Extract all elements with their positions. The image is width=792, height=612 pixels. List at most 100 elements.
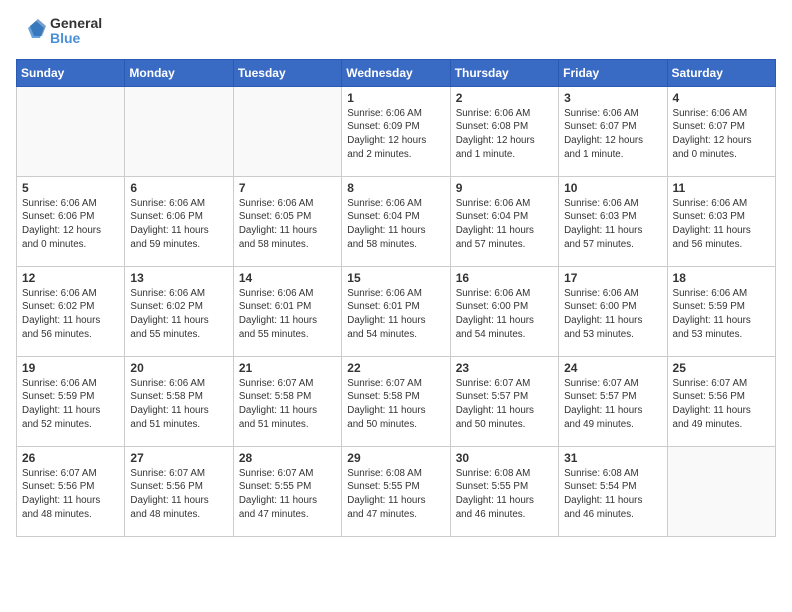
day-number: 22 — [347, 361, 444, 375]
day-info: Sunrise: 6:06 AM Sunset: 6:04 PM Dayligh… — [456, 197, 553, 252]
day-info: Sunrise: 6:06 AM Sunset: 6:02 PM Dayligh… — [22, 287, 119, 342]
calendar-cell: 31 Sunrise: 6:08 AM Sunset: 5:54 PM Dayli… — [559, 446, 667, 536]
day-info: Sunrise: 6:07 AM Sunset: 5:56 PM Dayligh… — [22, 467, 119, 522]
day-number: 13 — [130, 271, 227, 285]
day-number: 26 — [22, 451, 119, 465]
day-info: Sunrise: 6:06 AM Sunset: 5:59 PM Dayligh… — [673, 287, 770, 342]
calendar-cell: 20 Sunrise: 6:06 AM Sunset: 5:58 PM Dayli… — [125, 356, 233, 446]
calendar-cell: 18Sunrise: 6:06 AM Sunset: 5:59 PM Dayli… — [667, 266, 775, 356]
calendar-cell: 25 Sunrise: 6:07 AM Sunset: 5:56 PM Dayli… — [667, 356, 775, 446]
day-number: 24 — [564, 361, 661, 375]
calendar-cell — [125, 86, 233, 176]
logo-svg — [16, 16, 46, 46]
day-number: 9 — [456, 181, 553, 195]
day-info: Sunrise: 6:06 AM Sunset: 6:04 PM Dayligh… — [347, 197, 444, 252]
calendar-cell: 3 Sunrise: 6:06 AM Sunset: 6:07 PM Daylig… — [559, 86, 667, 176]
day-info: Sunrise: 6:08 AM Sunset: 5:54 PM Dayligh… — [564, 467, 661, 522]
day-number: 19 — [22, 361, 119, 375]
day-info: Sunrise: 6:06 AM Sunset: 6:08 PM Dayligh… — [456, 107, 553, 162]
weekday-header-monday: Monday — [125, 59, 233, 86]
day-number: 30 — [456, 451, 553, 465]
day-info: Sunrise: 6:06 AM Sunset: 6:03 PM Dayligh… — [673, 197, 770, 252]
day-number: 4 — [673, 91, 770, 105]
day-info: Sunrise: 6:06 AM Sunset: 6:06 PM Dayligh… — [130, 197, 227, 252]
weekday-header-tuesday: Tuesday — [233, 59, 341, 86]
calendar-cell: 26 Sunrise: 6:07 AM Sunset: 5:56 PM Dayli… — [17, 446, 125, 536]
day-info: Sunrise: 6:06 AM Sunset: 6:00 PM Dayligh… — [564, 287, 661, 342]
day-number: 29 — [347, 451, 444, 465]
calendar-cell: 5Sunrise: 6:06 AM Sunset: 6:06 PM Daylig… — [17, 176, 125, 266]
day-info: Sunrise: 6:07 AM Sunset: 5:57 PM Dayligh… — [564, 377, 661, 432]
day-number: 10 — [564, 181, 661, 195]
day-number: 8 — [347, 181, 444, 195]
day-info: Sunrise: 6:06 AM Sunset: 6:01 PM Dayligh… — [239, 287, 336, 342]
calendar-cell: 2Sunrise: 6:06 AM Sunset: 6:08 PM Daylig… — [450, 86, 558, 176]
calendar-cell — [233, 86, 341, 176]
day-number: 14 — [239, 271, 336, 285]
weekday-header-row: SundayMondayTuesdayWednesdayThursdayFrid… — [17, 59, 776, 86]
calendar-cell: 28Sunrise: 6:07 AM Sunset: 5:55 PM Dayli… — [233, 446, 341, 536]
calendar-cell: 10Sunrise: 6:06 AM Sunset: 6:03 PM Dayli… — [559, 176, 667, 266]
week-row-4: 19 Sunrise: 6:06 AM Sunset: 5:59 PM Dayli… — [17, 356, 776, 446]
day-info: Sunrise: 6:06 AM Sunset: 5:59 PM Dayligh… — [22, 377, 119, 432]
calendar-cell: 13Sunrise: 6:06 AM Sunset: 6:02 PM Dayli… — [125, 266, 233, 356]
day-info: Sunrise: 6:06 AM Sunset: 6:07 PM Dayligh… — [564, 107, 661, 162]
day-number: 16 — [456, 271, 553, 285]
day-number: 15 — [347, 271, 444, 285]
day-number: 25 — [673, 361, 770, 375]
calendar-cell: 14 Sunrise: 6:06 AM Sunset: 6:01 PM Dayli… — [233, 266, 341, 356]
day-info: Sunrise: 6:07 AM Sunset: 5:56 PM Dayligh… — [673, 377, 770, 432]
calendar-cell: 4 Sunrise: 6:06 AM Sunset: 6:07 PM Daylig… — [667, 86, 775, 176]
week-row-1: 1 Sunrise: 6:06 AM Sunset: 6:09 PM Daylig… — [17, 86, 776, 176]
day-info: Sunrise: 6:07 AM Sunset: 5:58 PM Dayligh… — [347, 377, 444, 432]
logo-general: General — [50, 16, 102, 31]
day-info: Sunrise: 6:06 AM Sunset: 6:07 PM Dayligh… — [673, 107, 770, 162]
calendar-cell: 12 Sunrise: 6:06 AM Sunset: 6:02 PM Dayli… — [17, 266, 125, 356]
day-info: Sunrise: 6:07 AM Sunset: 5:58 PM Dayligh… — [239, 377, 336, 432]
day-number: 17 — [564, 271, 661, 285]
calendar-cell: 19 Sunrise: 6:06 AM Sunset: 5:59 PM Dayli… — [17, 356, 125, 446]
day-number: 12 — [22, 271, 119, 285]
weekday-header-sunday: Sunday — [17, 59, 125, 86]
day-number: 3 — [564, 91, 661, 105]
week-row-2: 5Sunrise: 6:06 AM Sunset: 6:06 PM Daylig… — [17, 176, 776, 266]
calendar-cell: 11 Sunrise: 6:06 AM Sunset: 6:03 PM Dayli… — [667, 176, 775, 266]
day-number: 1 — [347, 91, 444, 105]
calendar-cell: 29Sunrise: 6:08 AM Sunset: 5:55 PM Dayli… — [342, 446, 450, 536]
page-header: General Blue — [16, 16, 776, 47]
day-number: 20 — [130, 361, 227, 375]
weekday-header-wednesday: Wednesday — [342, 59, 450, 86]
logo-blue: Blue — [50, 31, 102, 46]
day-info: Sunrise: 6:06 AM Sunset: 5:58 PM Dayligh… — [130, 377, 227, 432]
calendar-cell: 21Sunrise: 6:07 AM Sunset: 5:58 PM Dayli… — [233, 356, 341, 446]
calendar-cell — [17, 86, 125, 176]
calendar-cell — [667, 446, 775, 536]
calendar-cell: 22 Sunrise: 6:07 AM Sunset: 5:58 PM Dayli… — [342, 356, 450, 446]
week-row-3: 12 Sunrise: 6:06 AM Sunset: 6:02 PM Dayli… — [17, 266, 776, 356]
day-number: 31 — [564, 451, 661, 465]
day-number: 6 — [130, 181, 227, 195]
calendar-cell: 7 Sunrise: 6:06 AM Sunset: 6:05 PM Daylig… — [233, 176, 341, 266]
day-number: 28 — [239, 451, 336, 465]
calendar-cell: 15Sunrise: 6:06 AM Sunset: 6:01 PM Dayli… — [342, 266, 450, 356]
calendar-cell: 24 Sunrise: 6:07 AM Sunset: 5:57 PM Dayli… — [559, 356, 667, 446]
day-number: 11 — [673, 181, 770, 195]
calendar-cell: 6 Sunrise: 6:06 AM Sunset: 6:06 PM Daylig… — [125, 176, 233, 266]
calendar-cell: 1 Sunrise: 6:06 AM Sunset: 6:09 PM Daylig… — [342, 86, 450, 176]
day-info: Sunrise: 6:06 AM Sunset: 6:09 PM Dayligh… — [347, 107, 444, 162]
calendar-cell: 27 Sunrise: 6:07 AM Sunset: 5:56 PM Dayli… — [125, 446, 233, 536]
calendar-cell: 23Sunrise: 6:07 AM Sunset: 5:57 PM Dayli… — [450, 356, 558, 446]
day-info: Sunrise: 6:06 AM Sunset: 6:06 PM Dayligh… — [22, 197, 119, 252]
day-info: Sunrise: 6:06 AM Sunset: 6:00 PM Dayligh… — [456, 287, 553, 342]
weekday-header-saturday: Saturday — [667, 59, 775, 86]
day-number: 27 — [130, 451, 227, 465]
week-row-5: 26 Sunrise: 6:07 AM Sunset: 5:56 PM Dayli… — [17, 446, 776, 536]
weekday-header-thursday: Thursday — [450, 59, 558, 86]
calendar-cell: 17 Sunrise: 6:06 AM Sunset: 6:00 PM Dayli… — [559, 266, 667, 356]
day-info: Sunrise: 6:08 AM Sunset: 5:55 PM Dayligh… — [456, 467, 553, 522]
day-info: Sunrise: 6:07 AM Sunset: 5:56 PM Dayligh… — [130, 467, 227, 522]
day-info: Sunrise: 6:07 AM Sunset: 5:57 PM Dayligh… — [456, 377, 553, 432]
day-info: Sunrise: 6:06 AM Sunset: 6:05 PM Dayligh… — [239, 197, 336, 252]
calendar-table: SundayMondayTuesdayWednesdayThursdayFrid… — [16, 59, 776, 537]
day-number: 7 — [239, 181, 336, 195]
